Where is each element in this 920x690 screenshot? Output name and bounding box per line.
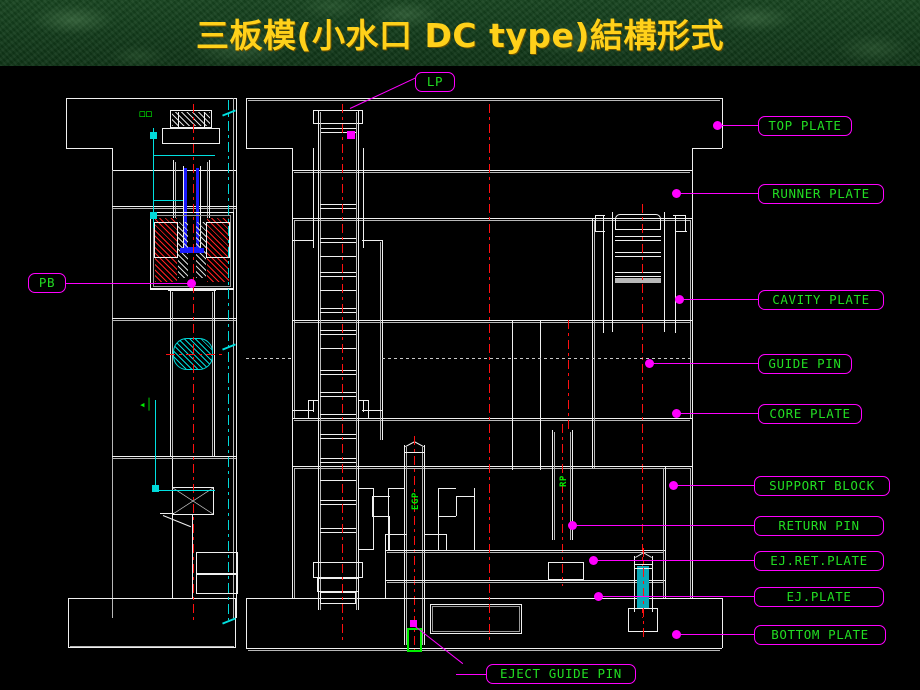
callout-eject-guide-pin[interactable]: EJECT GUIDE PIN <box>486 664 636 684</box>
page-title: 三板模(小水口 DC type)結構形式 <box>195 16 725 55</box>
dimension-symbol-mid: ◂│ <box>139 398 153 411</box>
leader-line-lp-v <box>415 82 416 83</box>
leader-line-bottom-plate <box>677 634 754 635</box>
callout-core-plate[interactable]: CORE PLATE <box>758 404 862 424</box>
callout-ej-ret-plate[interactable]: EJ.RET.PLATE <box>754 551 884 571</box>
callout-lp[interactable]: LP <box>415 72 455 92</box>
slide-root: 三板模(小水口 DC type)結構形式 ◻◻ ◂│ TOP PLATE RUN… <box>0 0 920 690</box>
leader-line-cavity-plate <box>680 299 758 300</box>
callout-pb[interactable]: PB <box>28 273 66 293</box>
title-bar: 三板模(小水口 DC type)結構形式 <box>0 0 920 66</box>
leader-line-ej-ret-plate <box>594 560 754 561</box>
leader-line-runner-plate <box>677 193 758 194</box>
callout-top-plate[interactable]: TOP PLATE <box>758 116 852 136</box>
leader-line-egp-h <box>456 674 486 675</box>
leader-line-lp-diag <box>349 77 416 109</box>
leader-line-ej-plate <box>599 596 754 597</box>
leader-line-core-plate <box>677 413 758 414</box>
leader-dot-pb <box>187 279 196 288</box>
leader-line-guide-pin <box>650 363 758 364</box>
callout-ej-plate[interactable]: EJ.PLATE <box>754 587 884 607</box>
callout-bottom-plate[interactable]: BOTTOM PLATE <box>754 625 886 645</box>
leader-line-return-pin <box>573 525 754 526</box>
callout-cavity-plate[interactable]: CAVITY PLATE <box>758 290 884 310</box>
leader-line-pb <box>66 283 188 284</box>
leader-line-top-plate <box>718 125 758 126</box>
inline-label-egp: EGP <box>411 492 421 510</box>
leader-dot-lp <box>347 131 355 139</box>
leader-line-support-block <box>674 485 754 486</box>
inline-label-rp: RP <box>559 475 569 487</box>
dimension-symbol-top: ◻◻ <box>139 107 153 120</box>
callout-support-block[interactable]: SUPPORT BLOCK <box>754 476 890 496</box>
callout-guide-pin[interactable]: GUIDE PIN <box>758 354 852 374</box>
callout-return-pin[interactable]: RETURN PIN <box>754 516 884 536</box>
callout-runner-plate[interactable]: RUNNER PLATE <box>758 184 884 204</box>
